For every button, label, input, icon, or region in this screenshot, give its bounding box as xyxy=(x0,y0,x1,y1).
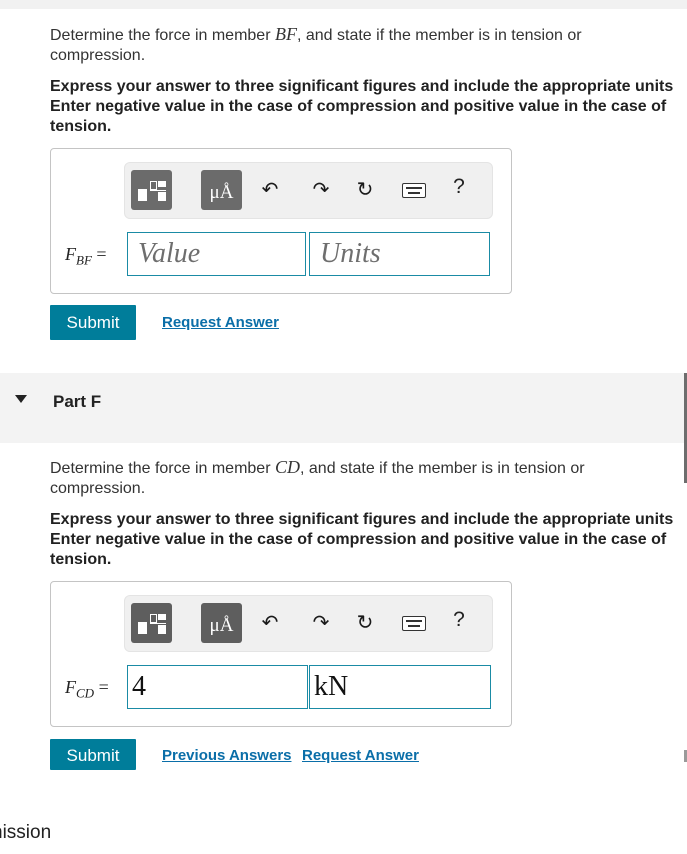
top-band xyxy=(0,0,687,9)
part-e-answer-box: μÅ ↶ ↷ ↻ ? FBF = Value Units xyxy=(50,148,512,294)
member-name: CD xyxy=(274,457,300,477)
reset-icon[interactable]: ↻ xyxy=(353,611,377,635)
units-button[interactable]: μÅ xyxy=(201,170,242,210)
question-text: Determine the force in member xyxy=(50,27,275,44)
units-input[interactable]: kN xyxy=(309,665,491,709)
keyboard-icon[interactable] xyxy=(402,183,426,198)
help-icon[interactable]: ? xyxy=(449,608,469,632)
part-f-question: Determine the force in member CD, and st… xyxy=(50,457,680,499)
units-input[interactable]: Units xyxy=(309,232,490,276)
part-f-instructions: Express your answer to three significant… xyxy=(50,510,687,570)
templates-button[interactable] xyxy=(131,170,172,210)
collapse-caret-icon[interactable] xyxy=(15,395,27,403)
question-text-end: , and state if the member is in tension … xyxy=(296,27,582,44)
templates-icon xyxy=(138,179,166,203)
variable-label: FBF = xyxy=(65,244,107,268)
part-f-answer-box: μÅ ↶ ↷ ↻ ? FCD = 4 kN xyxy=(50,581,512,727)
request-answer-link[interactable]: Request Answer xyxy=(162,314,279,331)
instruction-line: Enter negative value in the case of comp… xyxy=(50,531,667,548)
footer-truncated-text: nission xyxy=(0,822,52,843)
instruction-line: Enter negative value in the case of comp… xyxy=(50,98,667,115)
reset-icon[interactable]: ↻ xyxy=(353,178,377,202)
undo-icon[interactable]: ↶ xyxy=(258,611,282,635)
templates-button[interactable] xyxy=(131,603,172,643)
submit-button[interactable]: Submit xyxy=(50,739,136,770)
math-toolbar: μÅ ↶ ↷ ↻ ? xyxy=(124,162,493,219)
previous-answers-link[interactable]: Previous Answers xyxy=(162,747,292,764)
question-text-end: , and state if the member is in tension … xyxy=(300,460,585,477)
question-text-line2: compression. xyxy=(50,47,146,64)
instruction-line: tension. xyxy=(50,551,112,568)
templates-icon xyxy=(138,612,166,636)
units-icon: μÅ xyxy=(209,615,234,636)
units-icon: μÅ xyxy=(209,182,234,203)
instruction-line: tension. xyxy=(50,118,112,135)
keyboard-icon[interactable] xyxy=(402,616,426,631)
undo-icon[interactable]: ↶ xyxy=(258,178,282,202)
variable-label: FCD = xyxy=(65,677,109,701)
value-input[interactable]: 4 xyxy=(127,665,308,709)
question-text: Determine the force in member xyxy=(50,460,275,477)
part-title: Part F xyxy=(53,392,102,411)
redo-icon[interactable]: ↷ xyxy=(309,611,333,635)
submit-button[interactable]: Submit xyxy=(50,305,136,340)
value-input[interactable]: Value xyxy=(127,232,306,276)
member-name: BF xyxy=(274,24,297,44)
help-icon[interactable]: ? xyxy=(449,175,469,199)
instruction-line: Express your answer to three significant… xyxy=(50,511,674,528)
part-f-header[interactable]: Part F xyxy=(0,373,687,443)
part-e-question: Determine the force in member BF, and st… xyxy=(50,24,680,66)
units-button[interactable]: μÅ xyxy=(201,603,242,643)
instruction-line: Express your answer to three significant… xyxy=(50,78,674,95)
redo-icon[interactable]: ↷ xyxy=(309,178,333,202)
request-answer-link[interactable]: Request Answer xyxy=(302,747,419,764)
math-toolbar: μÅ ↶ ↷ ↻ ? xyxy=(124,595,493,652)
question-text-line2: compression. xyxy=(50,480,146,497)
part-e-instructions: Express your answer to three significant… xyxy=(50,77,687,137)
